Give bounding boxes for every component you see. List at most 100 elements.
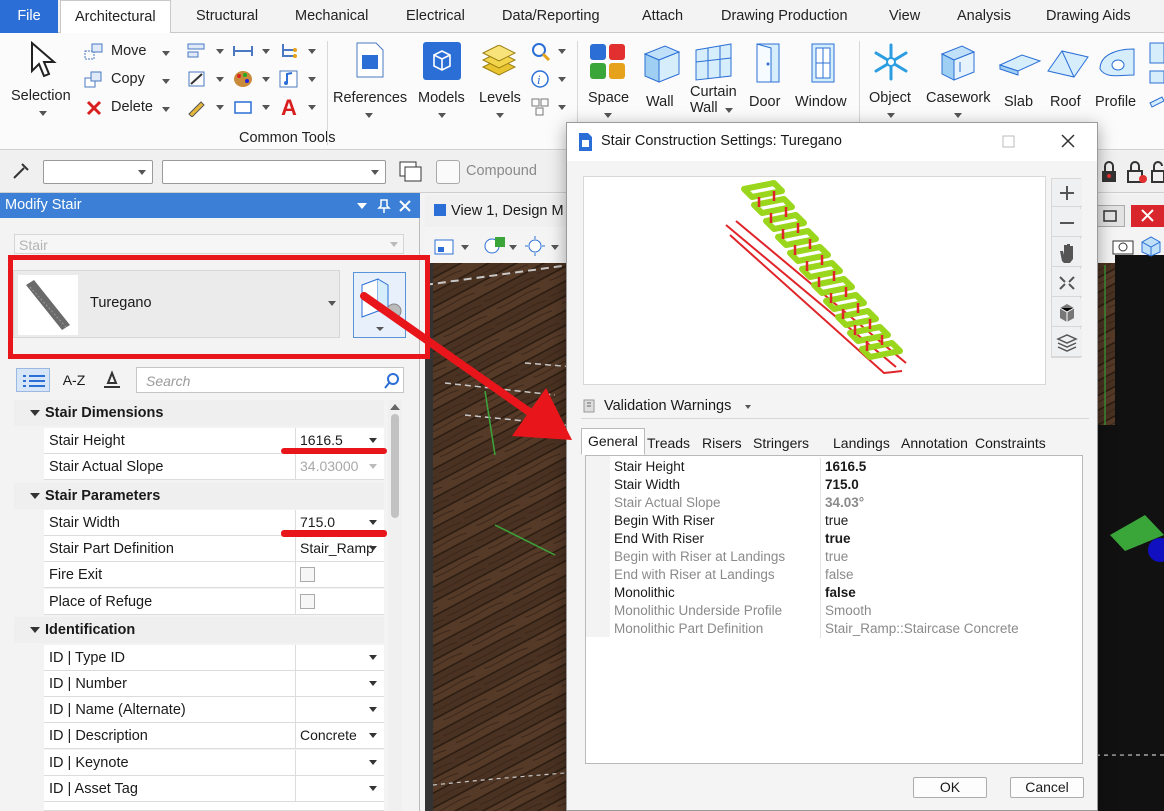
pencil-icon[interactable] [186, 97, 208, 117]
number-field[interactable] [295, 671, 383, 696]
grid-row[interactable]: Stair Width 715.0 [612, 476, 1079, 494]
tab-structural[interactable]: Structural [196, 0, 258, 33]
asset-tag-field[interactable] [295, 776, 383, 801]
door-button[interactable]: Door [747, 39, 789, 123]
chevron-down-icon[interactable] [356, 201, 368, 211]
ribbon-overflow[interactable] [1148, 39, 1164, 123]
shapes-icon[interactable] [483, 235, 507, 257]
view-cube-button[interactable] [1052, 299, 1082, 327]
tab-architectural[interactable]: Architectural [60, 0, 171, 34]
pin-icon[interactable] [377, 198, 391, 214]
eyedropper-icon[interactable] [10, 160, 32, 182]
zoom-in-button[interactable] [1052, 179, 1082, 207]
tab-file[interactable]: File [0, 0, 58, 33]
filter-icon[interactable] [100, 369, 126, 391]
grid-icon[interactable] [530, 97, 552, 117]
scale-icon[interactable] [186, 69, 208, 89]
window-button[interactable]: Window [793, 39, 853, 123]
tab-risers[interactable]: Risers [695, 430, 749, 454]
compound-checkbox[interactable] [436, 160, 460, 184]
stair-preview[interactable] [583, 176, 1046, 385]
grid-row[interactable]: Begin With Riser true [612, 512, 1079, 530]
tab-drawing-production[interactable]: Drawing Production [721, 0, 848, 33]
tab-view[interactable]: View [889, 0, 920, 33]
tab-stringers[interactable]: Stringers [746, 430, 816, 454]
maximize-icon[interactable] [1001, 134, 1017, 150]
tab-general[interactable]: General [581, 428, 645, 455]
refuge-checkbox[interactable] [300, 594, 315, 609]
categorized-view-button[interactable] [16, 368, 50, 392]
pan-button[interactable] [1052, 239, 1082, 267]
tab-drawing-aids[interactable]: Drawing Aids [1046, 0, 1131, 33]
grid-row[interactable]: End with Riser at Landings false [612, 566, 1079, 584]
part-definition-field[interactable]: Stair_Ramp [295, 536, 383, 561]
delete-button[interactable]: Delete [84, 97, 174, 119]
tab-attach[interactable]: Attach [642, 0, 683, 33]
align-icon[interactable] [186, 41, 208, 61]
references-button[interactable]: References [332, 39, 408, 123]
close-icon[interactable] [1060, 133, 1076, 149]
cube-icon[interactable] [1139, 235, 1163, 257]
style-combo[interactable] [162, 160, 386, 184]
tab-electrical[interactable]: Electrical [406, 0, 465, 33]
validation-warnings-toggle[interactable]: Validation Warnings [581, 396, 1085, 416]
palette-icon[interactable] [232, 69, 254, 89]
cancel-button[interactable]: Cancel [1010, 777, 1084, 798]
tab-annotation[interactable]: Annotation [894, 430, 975, 454]
view-settings-icon[interactable] [433, 237, 457, 257]
lock-icon[interactable] [1150, 160, 1164, 184]
grid-row[interactable]: Stair Height 1616.5 [612, 458, 1079, 476]
casework-button[interactable]: Casework [922, 39, 994, 123]
search-icon[interactable] [530, 41, 552, 61]
windows-icon[interactable] [398, 160, 424, 184]
camera-icon[interactable] [1111, 236, 1135, 256]
lock-icon[interactable] [1124, 160, 1148, 184]
restore-button[interactable] [1095, 205, 1125, 227]
description-field[interactable]: Concrete [295, 723, 383, 748]
properties-scrollbar[interactable] [388, 400, 402, 811]
roof-button[interactable]: Roof [1046, 39, 1090, 123]
curtain-wall-button[interactable]: Curtain Wall [688, 39, 740, 125]
text-a-icon[interactable]: A [278, 96, 300, 118]
type-id-field[interactable] [295, 645, 383, 670]
measure-icon[interactable] [232, 41, 254, 61]
fit-button[interactable] [1052, 269, 1082, 297]
grid-row[interactable]: End With Riser true [612, 530, 1079, 548]
levels-button[interactable]: Levels [474, 39, 526, 123]
grid-row[interactable]: Stair Actual Slope 34.03° [612, 494, 1079, 512]
layers-button[interactable] [1052, 329, 1082, 357]
grid-row[interactable]: Begin with Riser at Landings true [612, 548, 1079, 566]
slab-button[interactable]: Slab [998, 39, 1042, 123]
grid-row[interactable]: Monolithic Part Definition Stair_Ramp::St… [612, 620, 1079, 638]
tab-constraints[interactable]: Constraints [968, 430, 1053, 454]
tab-treads[interactable]: Treads [640, 430, 697, 454]
section-stair-dimensions[interactable]: Stair Dimensions [14, 400, 384, 426]
zoom-out-button[interactable] [1052, 209, 1082, 237]
tab-data-reporting[interactable]: Data/Reporting [502, 0, 600, 33]
level-combo[interactable] [43, 160, 153, 184]
section-identification[interactable]: Identification [14, 617, 384, 643]
grid-row[interactable]: Monolithic Underside Profile Smooth [612, 602, 1079, 620]
keynote-field[interactable] [295, 750, 383, 775]
grid-row[interactable]: Monolithic false [612, 584, 1079, 602]
lock-icon[interactable] [1098, 160, 1120, 184]
fire-exit-checkbox[interactable] [300, 567, 315, 582]
space-button[interactable]: Space [584, 39, 634, 123]
section-stair-parameters[interactable]: Stair Parameters [14, 483, 384, 509]
move-button[interactable]: Move [84, 41, 174, 63]
close-icon[interactable] [398, 199, 412, 213]
info-icon[interactable]: i [530, 69, 552, 89]
tab-mechanical[interactable]: Mechanical [295, 0, 368, 33]
name-alternate-field[interactable] [295, 697, 383, 722]
tab-landings[interactable]: Landings [826, 430, 897, 454]
selection-button[interactable]: Selection [6, 39, 76, 119]
ok-button[interactable]: OK [913, 777, 987, 798]
wall-button[interactable]: Wall [640, 39, 682, 123]
light-bulb-icon[interactable] [523, 235, 547, 257]
copy-button[interactable]: Copy [84, 69, 174, 91]
profile-button[interactable]: Profile [1092, 39, 1144, 123]
object-button[interactable]: Object [865, 39, 917, 123]
tab-analysis[interactable]: Analysis [957, 0, 1011, 33]
sort-az-button[interactable]: A-Z [58, 368, 90, 392]
element-type-combo[interactable]: Stair [14, 234, 404, 254]
